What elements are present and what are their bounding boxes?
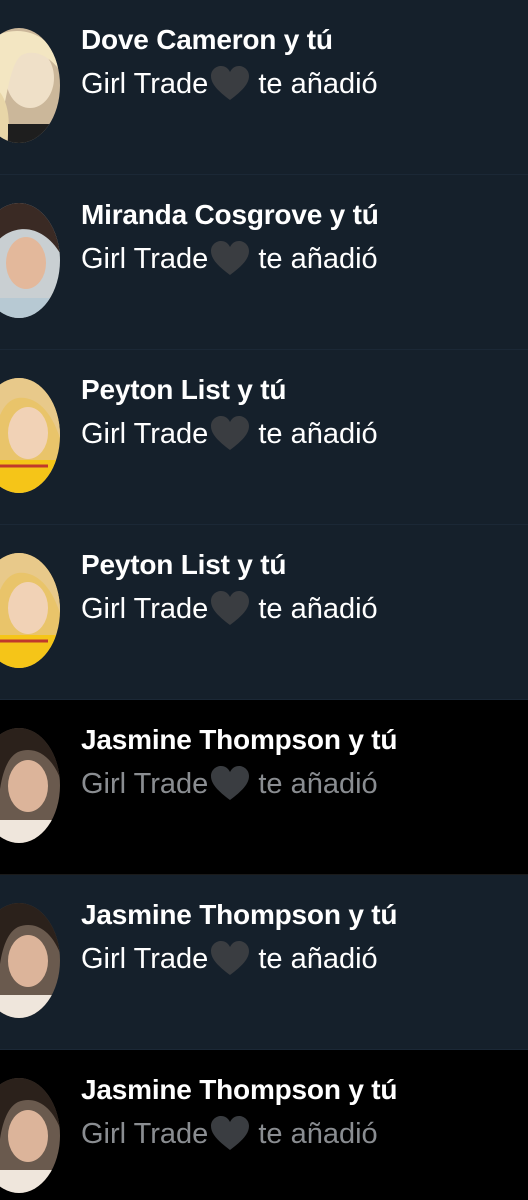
notification-subtitle: Girl Trade te añadió: [81, 66, 378, 102]
group-name: Girl Trade: [81, 942, 209, 975]
action-text: te añadió: [258, 1117, 378, 1150]
black-heart-icon: [210, 66, 250, 102]
notification-subtitle: Girl Trade te añadió: [81, 941, 378, 977]
action-text: te añadió: [258, 942, 378, 975]
group-name: Girl Trade: [81, 1117, 209, 1150]
black-heart-icon: [210, 591, 250, 627]
action-text: te añadió: [258, 592, 378, 625]
notification-list: Dove Cameron y tú Girl Trade te añadió M…: [0, 0, 528, 1200]
jasmine-thompson-avatar[interactable]: [0, 903, 60, 1018]
notification-row[interactable]: Jasmine Thompson y tú Girl Trade te añad…: [0, 1050, 528, 1200]
notification-row[interactable]: Dove Cameron y tú Girl Trade te añadió: [0, 0, 528, 175]
peyton-list-avatar[interactable]: [0, 378, 60, 493]
group-name: Girl Trade: [81, 67, 209, 100]
jasmine-thompson-avatar[interactable]: [0, 728, 60, 843]
group-name: Girl Trade: [81, 417, 209, 450]
notification-title: Dove Cameron y tú: [81, 24, 333, 55]
notification-title: Jasmine Thompson y tú: [81, 899, 398, 930]
action-text: te añadió: [258, 242, 378, 275]
group-name: Girl Trade: [81, 592, 209, 625]
notification-row[interactable]: Peyton List y tú Girl Trade te añadió: [0, 525, 528, 700]
action-text: te añadió: [258, 67, 378, 100]
black-heart-icon: [210, 941, 250, 977]
notification-subtitle: Girl Trade te añadió: [81, 766, 378, 802]
notification-row[interactable]: Jasmine Thompson y tú Girl Trade te añad…: [0, 700, 528, 875]
notification-subtitle: Girl Trade te añadió: [81, 416, 378, 452]
action-text: te añadió: [258, 417, 378, 450]
group-name: Girl Trade: [81, 767, 209, 800]
group-name: Girl Trade: [81, 242, 209, 275]
jasmine-thompson-avatar[interactable]: [0, 1078, 60, 1193]
notification-title: Jasmine Thompson y tú: [81, 1074, 398, 1105]
action-text: te añadió: [258, 767, 378, 800]
notification-row[interactable]: Jasmine Thompson y tú Girl Trade te añad…: [0, 875, 528, 1050]
miranda-cosgrove-avatar[interactable]: [0, 203, 60, 318]
notification-title: Miranda Cosgrove y tú: [81, 199, 379, 230]
black-heart-icon: [210, 416, 250, 452]
notification-subtitle: Girl Trade te añadió: [81, 591, 378, 627]
notification-row[interactable]: Miranda Cosgrove y tú Girl Trade te añad…: [0, 175, 528, 350]
black-heart-icon: [210, 766, 250, 802]
notification-row[interactable]: Peyton List y tú Girl Trade te añadió: [0, 350, 528, 525]
notification-subtitle: Girl Trade te añadió: [81, 1116, 378, 1152]
black-heart-icon: [210, 1116, 250, 1152]
notification-title: Jasmine Thompson y tú: [81, 724, 398, 755]
notification-subtitle: Girl Trade te añadió: [81, 241, 378, 277]
notification-title: Peyton List y tú: [81, 374, 287, 405]
peyton-list-avatar[interactable]: [0, 553, 60, 668]
dove-cameron-avatar[interactable]: [0, 28, 60, 143]
black-heart-icon: [210, 241, 250, 277]
notification-title: Peyton List y tú: [81, 549, 287, 580]
